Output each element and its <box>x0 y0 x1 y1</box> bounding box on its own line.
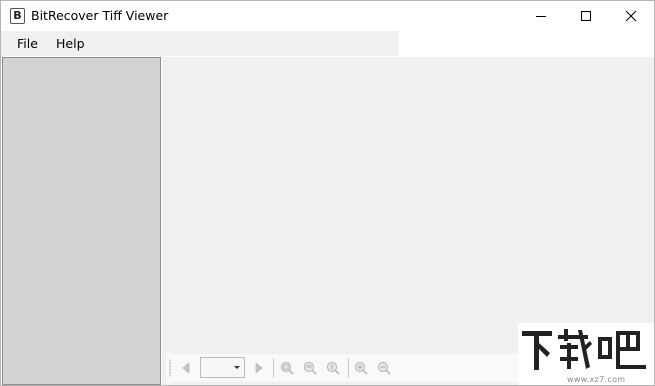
toolbar-grip[interactable] <box>169 359 171 377</box>
next-page-icon[interactable] <box>252 361 266 375</box>
watermark-logo <box>522 329 646 370</box>
zoom-out-icon[interactable] <box>377 361 391 375</box>
maximize-icon <box>581 11 591 21</box>
page-select[interactable] <box>200 357 245 378</box>
toolbar-separator <box>348 358 349 378</box>
window-title: BitRecover Tiff Viewer <box>31 8 169 23</box>
watermark-site-text: www.xz7.com <box>567 375 626 384</box>
app-icon: B <box>10 8 25 24</box>
app-window: B BitRecover Tiff Viewer File Help www.x… <box>0 0 655 386</box>
actual-size-icon[interactable] <box>326 361 340 375</box>
thumbnail-panel[interactable] <box>2 57 161 385</box>
fit-width-icon[interactable] <box>303 361 317 375</box>
chevron-down-icon <box>234 366 240 369</box>
menu-help[interactable]: Help <box>54 36 87 51</box>
fit-page-icon[interactable] <box>280 361 294 375</box>
title-bar[interactable]: B BitRecover Tiff Viewer <box>1 1 654 31</box>
zoom-in-icon[interactable] <box>354 361 368 375</box>
minimize-icon <box>536 16 546 17</box>
menubar-filler <box>399 31 654 56</box>
navigation-toolbar <box>166 354 518 382</box>
minimize-button[interactable] <box>518 1 564 31</box>
maximize-button[interactable] <box>563 1 609 31</box>
toolbar-separator <box>273 358 274 378</box>
menu-file[interactable]: File <box>15 36 40 51</box>
menu-bar: File Help <box>1 31 399 56</box>
close-icon <box>625 10 637 22</box>
previous-page-icon[interactable] <box>179 361 193 375</box>
close-button[interactable] <box>608 1 654 31</box>
